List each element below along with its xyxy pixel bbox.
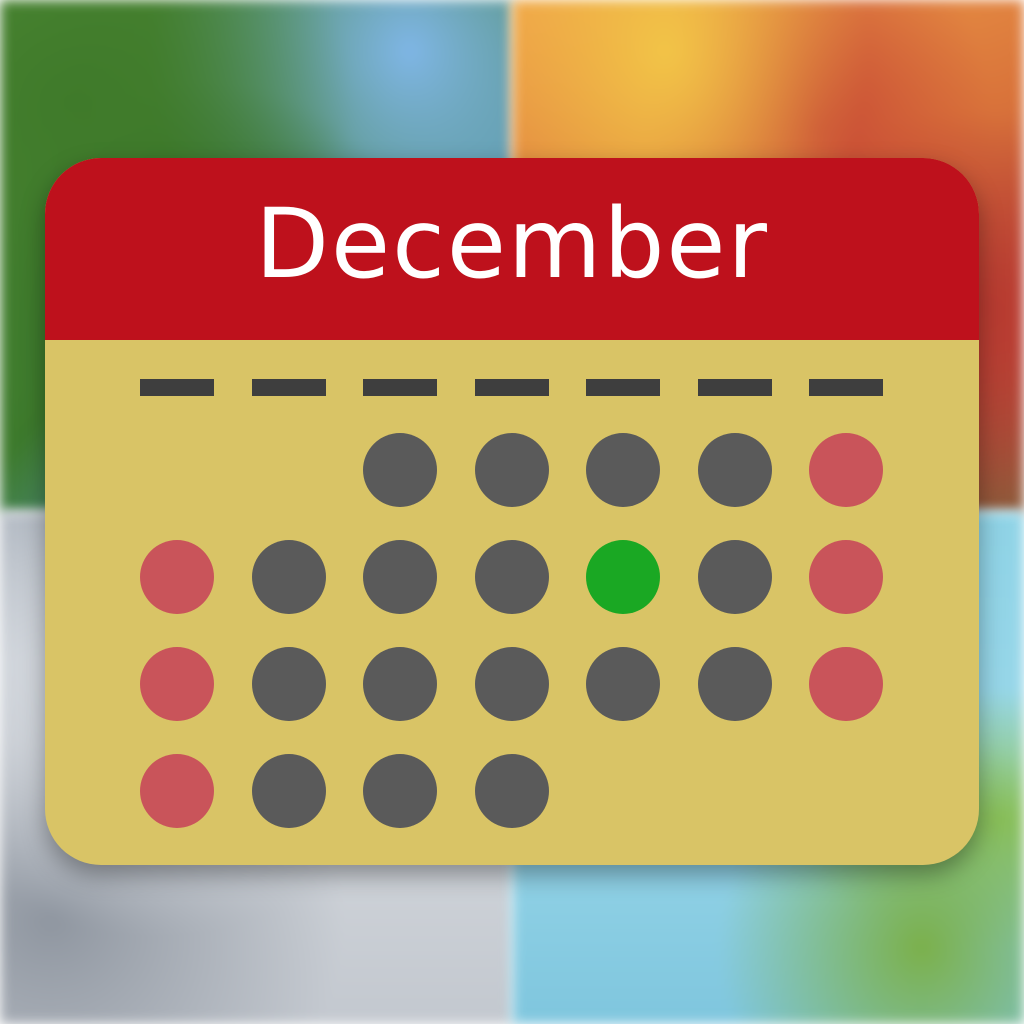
calendar-card[interactable]: December (45, 158, 979, 865)
weekday-day-dot[interactable] (251, 540, 326, 614)
weekday-header-bar (474, 379, 549, 396)
calendar-header: December (45, 158, 979, 340)
weekday-header-bar (586, 379, 660, 396)
weekday-day-dot[interactable] (363, 647, 437, 721)
weekend-day-dot[interactable] (809, 540, 883, 614)
weekday-day-dot[interactable] (251, 754, 326, 828)
weekday-day-dot[interactable] (586, 433, 660, 507)
weekday-day-dot[interactable] (251, 647, 326, 721)
weekend-day-dot[interactable] (140, 754, 214, 828)
app-icon-canvas: December (0, 0, 1024, 1024)
weekday-header-bar (251, 379, 326, 396)
weekday-day-dot[interactable] (363, 433, 437, 507)
weekday-header-bar (363, 379, 437, 396)
weekday-day-dot[interactable] (586, 647, 660, 721)
weekday-day-dot[interactable] (697, 647, 772, 721)
weekday-day-dot[interactable] (474, 754, 549, 828)
month-title: December (255, 188, 769, 300)
weekday-header-bar (697, 379, 772, 396)
weekday-header-bar (809, 379, 883, 396)
weekend-day-dot[interactable] (809, 647, 883, 721)
weekday-day-dot[interactable] (474, 540, 549, 614)
weekend-day-dot[interactable] (809, 433, 883, 507)
weekday-day-dot[interactable] (363, 540, 437, 614)
weekday-day-dot[interactable] (697, 540, 772, 614)
weekday-day-dot[interactable] (363, 754, 437, 828)
weekend-day-dot[interactable] (140, 540, 214, 614)
weekday-day-dot[interactable] (697, 433, 772, 507)
today-day-dot[interactable] (586, 540, 660, 614)
weekday-day-dot[interactable] (474, 647, 549, 721)
weekday-day-dot[interactable] (474, 433, 549, 507)
weekend-day-dot[interactable] (140, 647, 214, 721)
weekday-header-bar (140, 379, 214, 396)
